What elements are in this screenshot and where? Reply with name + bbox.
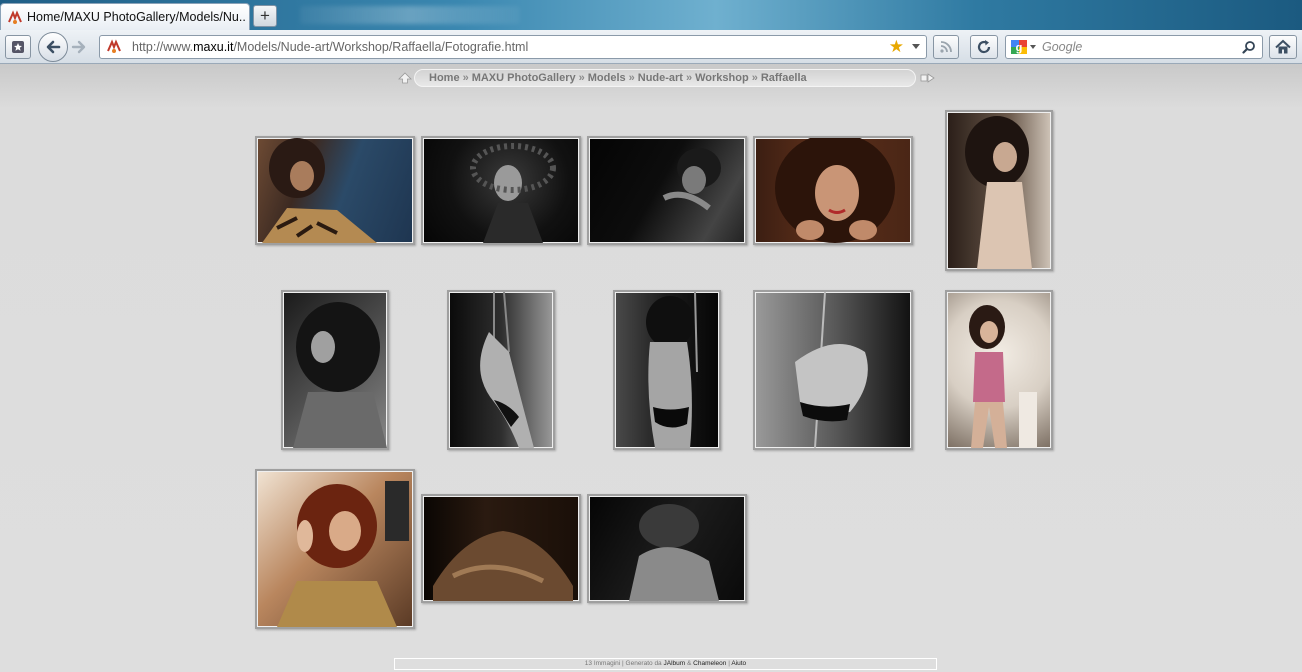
svg-text:g: g bbox=[1016, 42, 1023, 54]
back-arrow-icon bbox=[46, 40, 61, 54]
site-favicon-icon bbox=[107, 39, 121, 53]
photo-image bbox=[433, 531, 573, 601]
breadcrumb-maxu-photogallery[interactable]: MAXU PhotoGallery bbox=[472, 72, 576, 84]
image-count: 13 Immagini bbox=[584, 660, 621, 667]
google-engine-icon: g bbox=[1010, 39, 1028, 55]
breadcrumb-workshop[interactable]: Workshop bbox=[695, 72, 749, 84]
photo-image bbox=[262, 138, 377, 243]
navigation-toolbar: http://www.maxu.it/Models/Nude-art/Works… bbox=[0, 30, 1302, 64]
gallery-page: Home» MAXU PhotoGallery» Models» Nude-art» W… bbox=[0, 64, 1302, 672]
photo-thumbnail-10[interactable] bbox=[945, 290, 1053, 450]
footer-divider: | bbox=[728, 660, 730, 667]
footer-divider: | bbox=[622, 660, 624, 667]
rss-feed-button[interactable] bbox=[933, 35, 959, 59]
active-tab[interactable]: Home/MAXU PhotoGallery/Models/Nu... bbox=[0, 3, 250, 30]
generated-by-label: Generato da bbox=[625, 660, 662, 667]
search-engine-dropdown-icon[interactable] bbox=[1030, 45, 1036, 49]
photo-image bbox=[646, 292, 698, 448]
breadcrumb-separator: » bbox=[685, 72, 693, 84]
breadcrumb-raffaella: Raffaella bbox=[760, 72, 807, 84]
forward-arrow-icon[interactable] bbox=[71, 40, 87, 54]
footer-amp: & bbox=[686, 660, 692, 667]
reload-icon bbox=[977, 40, 991, 54]
jalbum-link[interactable]: JAlbum bbox=[663, 660, 685, 667]
search-bar[interactable]: g Google bbox=[1005, 35, 1263, 59]
tab-title: Home/MAXU PhotoGallery/Models/Nu... bbox=[27, 10, 245, 24]
home-icon bbox=[1275, 39, 1291, 54]
breadcrumb-separator: » bbox=[751, 72, 758, 84]
photo-thumbnail-3[interactable] bbox=[587, 136, 747, 245]
url-history-dropdown-icon[interactable] bbox=[912, 44, 920, 49]
photo-image bbox=[795, 292, 868, 448]
photo-image bbox=[293, 302, 387, 448]
breadcrumb-home[interactable]: Home bbox=[429, 72, 460, 84]
breadcrumb-nude-art[interactable]: Nude-art bbox=[638, 72, 683, 84]
chameleon-link[interactable]: Chameleon bbox=[693, 660, 726, 667]
photo-thumbnail-2[interactable] bbox=[421, 136, 581, 245]
address-bar[interactable]: http://www.maxu.it/Models/Nude-art/Works… bbox=[99, 35, 927, 59]
photo-thumbnail-11[interactable] bbox=[255, 469, 415, 629]
photo-image bbox=[629, 504, 719, 601]
bookmark-star-icon[interactable]: ★ bbox=[889, 38, 904, 56]
footer: 13 Immagini | Generato da JAlbum & Chame… bbox=[394, 658, 937, 670]
photo-image bbox=[775, 138, 895, 243]
bookmarks-icon bbox=[12, 41, 24, 53]
search-icon[interactable] bbox=[1242, 40, 1256, 54]
photo-image bbox=[662, 148, 721, 211]
photo-thumbnail-8[interactable] bbox=[613, 290, 721, 450]
photo-thumbnail-7[interactable] bbox=[447, 290, 555, 450]
photo-image bbox=[969, 305, 1037, 448]
photo-thumbnail-13[interactable] bbox=[587, 494, 747, 603]
url-text[interactable]: http://www.maxu.it/Models/Nude-art/Works… bbox=[132, 40, 528, 54]
up-level-icon[interactable] bbox=[398, 72, 412, 84]
photo-thumbnail-9[interactable] bbox=[753, 290, 913, 450]
breadcrumb-models[interactable]: Models bbox=[588, 72, 626, 84]
photo-thumbnail-1[interactable] bbox=[255, 136, 415, 245]
photo-image bbox=[965, 116, 1032, 269]
rss-icon bbox=[940, 41, 952, 53]
slideshow-icon[interactable] bbox=[920, 72, 936, 84]
breadcrumb: Home» MAXU PhotoGallery» Models» Nude-art» W… bbox=[414, 69, 916, 87]
back-button[interactable] bbox=[38, 32, 68, 62]
photo-thumbnail-5[interactable] bbox=[945, 110, 1053, 271]
breadcrumb-separator: » bbox=[578, 72, 585, 84]
help-link[interactable]: Aiuto bbox=[731, 660, 746, 667]
photo-thumbnail-12[interactable] bbox=[421, 494, 581, 603]
photo-thumbnail-4[interactable] bbox=[753, 136, 913, 245]
tab-strip: Home/MAXU PhotoGallery/Models/Nu... + bbox=[0, 0, 1302, 30]
photo-image bbox=[470, 143, 556, 243]
bookmarks-button[interactable] bbox=[5, 35, 31, 59]
search-input[interactable]: Google bbox=[1042, 40, 1082, 54]
photo-thumbnail-6[interactable] bbox=[281, 290, 389, 450]
breadcrumb-separator: » bbox=[628, 72, 635, 84]
home-button[interactable] bbox=[1269, 35, 1297, 59]
photo-image bbox=[277, 481, 409, 627]
new-tab-button[interactable]: + bbox=[253, 5, 277, 27]
background-tabs bbox=[300, 6, 520, 24]
breadcrumb-separator: » bbox=[462, 72, 469, 84]
site-favicon-icon bbox=[8, 10, 22, 24]
photo-image bbox=[480, 292, 534, 448]
reload-button[interactable] bbox=[970, 35, 998, 59]
